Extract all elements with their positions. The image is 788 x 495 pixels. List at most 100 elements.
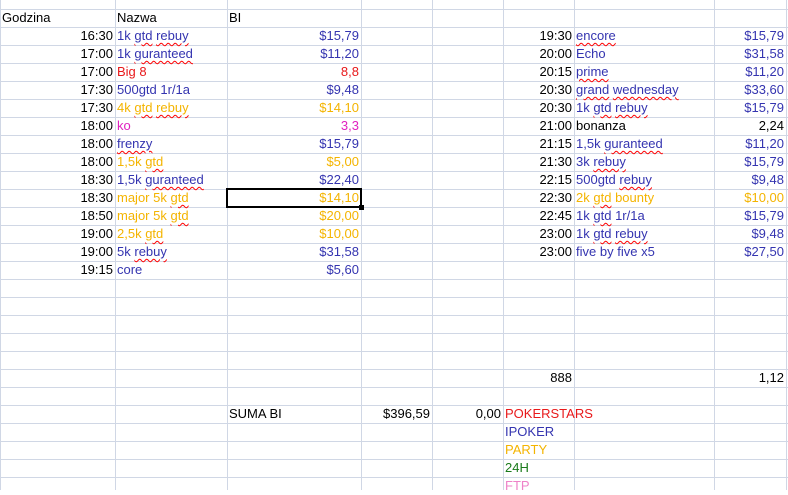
buy-in-cell[interactable]: $15,79	[714, 207, 786, 225]
time-cell[interactable]: 18:30	[0, 171, 115, 189]
legend-item-party[interactable]: PARTY	[503, 441, 643, 459]
legend-item-pokerstars[interactable]: POKERSTARS	[503, 405, 643, 423]
buy-in-cell[interactable]: $11,20	[714, 135, 786, 153]
time-cell[interactable]: 21:00	[503, 117, 574, 135]
time-cell[interactable]: 20:15	[503, 63, 574, 81]
time-cell[interactable]: 18:00	[0, 135, 115, 153]
time-cell[interactable]: 16:30	[0, 27, 115, 45]
buy-in-cell[interactable]: $20,00	[227, 207, 361, 225]
tournament-name-cell[interactable]: 4k gtd rebuy	[115, 99, 227, 117]
tournament-name-cell[interactable]: 5k rebuy	[115, 243, 227, 261]
time-cell[interactable]: 22:30	[503, 189, 574, 207]
buy-in-cell[interactable]: $31,58	[227, 243, 361, 261]
time-cell[interactable]: 20:30	[503, 81, 574, 99]
grid-row-line	[0, 333, 788, 334]
time-cell[interactable]: 23:00	[503, 243, 574, 261]
buy-in-cell[interactable]: $33,60	[714, 81, 786, 99]
tournament-name-cell[interactable]: encore	[574, 27, 714, 45]
tournament-name-cell[interactable]: 1k gtd rebuy	[115, 27, 227, 45]
zero-value-cell[interactable]: 0,00	[432, 405, 503, 423]
tournament-name-cell[interactable]: 1,5k guranteed	[115, 171, 227, 189]
time-cell[interactable]: 17:30	[0, 99, 115, 117]
tournament-name-cell[interactable]: five by five x5	[574, 243, 714, 261]
buy-in-cell[interactable]: $9,48	[227, 81, 361, 99]
suma-bi-value[interactable]: $396,59	[361, 405, 432, 423]
fill-handle[interactable]	[359, 205, 364, 210]
time-cell[interactable]: 19:15	[0, 261, 115, 279]
tournament-name-cell[interactable]: 500gtd rebuy	[574, 171, 714, 189]
buy-in-cell[interactable]: $31,58	[714, 45, 786, 63]
tournament-name-cell[interactable]: 1k gtd 1r/1a	[574, 207, 714, 225]
time-cell[interactable]: 19:30	[503, 27, 574, 45]
tournament-name-cell[interactable]: prime	[574, 63, 714, 81]
cell-888-bi[interactable]: 1,12	[714, 369, 786, 387]
time-cell[interactable]: 19:00	[0, 243, 115, 261]
header-godzina[interactable]: Godzina	[0, 9, 115, 27]
tournament-name-cell[interactable]: major 5k gtd	[115, 189, 227, 207]
grid-row-line	[0, 459, 788, 460]
tournament-name-cell[interactable]: core	[115, 261, 227, 279]
buy-in-cell[interactable]: $9,48	[714, 171, 786, 189]
buy-in-cell[interactable]: $27,50	[714, 243, 786, 261]
time-cell[interactable]: 18:50	[0, 207, 115, 225]
suma-bi-label[interactable]: SUMA BI	[227, 405, 361, 423]
time-cell[interactable]: 22:15	[503, 171, 574, 189]
buy-in-cell[interactable]: $15,79	[714, 99, 786, 117]
buy-in-cell[interactable]: $15,79	[714, 27, 786, 45]
buy-in-cell[interactable]: $9,48	[714, 225, 786, 243]
time-cell[interactable]: 20:00	[503, 45, 574, 63]
tournament-name-cell[interactable]: 1,5k gtd	[115, 153, 227, 171]
time-cell[interactable]: 17:00	[0, 45, 115, 63]
tournament-name-cell[interactable]: 500gtd 1r/1a	[115, 81, 227, 99]
spreadsheet-grid[interactable]: Godzina Nazwa BI 16:30 1k gtd rebuy $15,79…	[0, 0, 788, 493]
tournament-name-cell[interactable]: 2,5k gtd	[115, 225, 227, 243]
buy-in-cell[interactable]: $14,10	[227, 99, 361, 117]
tournament-name-cell[interactable]: bonanza	[574, 117, 714, 135]
tournament-name-cell[interactable]: frenzy	[115, 135, 227, 153]
legend-item-ipoker[interactable]: IPOKER	[503, 423, 643, 441]
header-bi[interactable]: BI	[227, 9, 361, 27]
header-nazwa[interactable]: Nazwa	[115, 9, 227, 27]
buy-in-cell[interactable]: $15,79	[227, 27, 361, 45]
tournament-name-cell[interactable]: 3k rebuy	[574, 153, 714, 171]
tournament-name-cell[interactable]: Echo	[574, 45, 714, 63]
tournament-name-cell[interactable]: major 5k gtd	[115, 207, 227, 225]
time-cell[interactable]: 18:30	[0, 189, 115, 207]
tournament-name-cell[interactable]: 1k guranteed	[115, 45, 227, 63]
time-cell[interactable]: 23:00	[503, 225, 574, 243]
grid-row-line	[0, 279, 788, 280]
buy-in-cell[interactable]: $5,60	[227, 261, 361, 279]
buy-in-cell[interactable]: $10,00	[227, 225, 361, 243]
buy-in-cell[interactable]: $15,79	[227, 135, 361, 153]
grid-row-line	[0, 387, 788, 388]
buy-in-cell[interactable]: $14,10	[227, 189, 361, 207]
buy-in-cell[interactable]: $10,00	[714, 189, 786, 207]
buy-in-cell[interactable]: 2,24	[714, 117, 786, 135]
tournament-name-cell[interactable]: grand wednesday	[574, 81, 714, 99]
time-cell[interactable]: 17:30	[0, 81, 115, 99]
legend-item-24h[interactable]: 24H	[503, 459, 643, 477]
buy-in-cell[interactable]: $5,00	[227, 153, 361, 171]
tournament-name-cell[interactable]: 1k gtd rebuy	[574, 99, 714, 117]
buy-in-cell[interactable]: $15,79	[714, 153, 786, 171]
buy-in-cell[interactable]: $11,20	[714, 63, 786, 81]
time-cell[interactable]: 17:00	[0, 63, 115, 81]
tournament-name-cell[interactable]: 1k gtd rebuy	[574, 225, 714, 243]
time-cell[interactable]: 19:00	[0, 225, 115, 243]
tournament-name-cell[interactable]: Big 8	[115, 63, 227, 81]
tournament-name-cell[interactable]: ko	[115, 117, 227, 135]
legend-item-ftp[interactable]: FTP	[503, 477, 643, 495]
buy-in-cell[interactable]: 3,3	[227, 117, 361, 135]
time-cell[interactable]: 21:15	[503, 135, 574, 153]
buy-in-cell[interactable]: $22,40	[227, 171, 361, 189]
time-cell[interactable]: 21:30	[503, 153, 574, 171]
time-cell[interactable]: 18:00	[0, 153, 115, 171]
buy-in-cell[interactable]: $11,20	[227, 45, 361, 63]
tournament-name-cell[interactable]: 2k gtd bounty	[574, 189, 714, 207]
buy-in-cell[interactable]: 8,8	[227, 63, 361, 81]
time-cell[interactable]: 20:30	[503, 99, 574, 117]
cell-888[interactable]: 888	[503, 369, 574, 387]
tournament-name-cell[interactable]: 1,5k guranteed	[574, 135, 714, 153]
time-cell[interactable]: 18:00	[0, 117, 115, 135]
time-cell[interactable]: 22:45	[503, 207, 574, 225]
